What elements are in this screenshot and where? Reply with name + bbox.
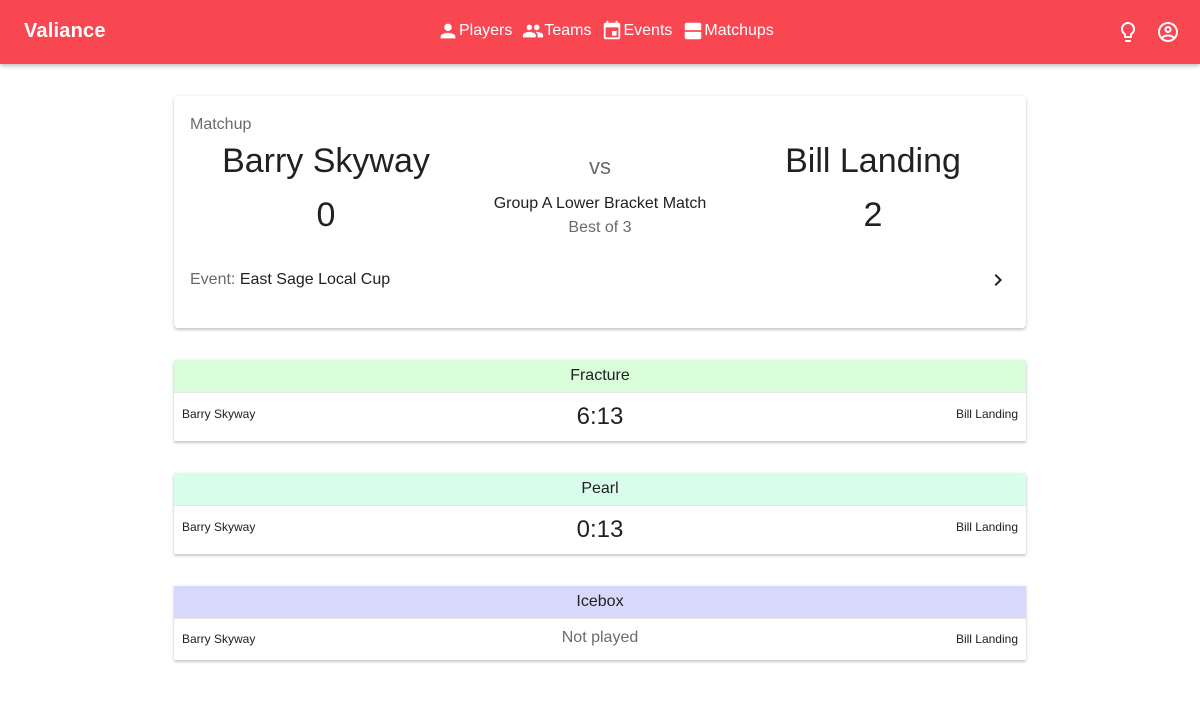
map-name: Icebox	[174, 586, 1026, 619]
nav-events[interactable]: Events	[601, 19, 672, 43]
map-card-icebox: Icebox Barry Skyway Not played Bill Land…	[174, 586, 1026, 660]
nav-matchups-label: Matchups	[704, 22, 774, 39]
nav-teams-label: Teams	[544, 22, 592, 39]
chevron-right-icon[interactable]	[986, 268, 1010, 292]
nav-teams[interactable]: Teams	[522, 19, 591, 43]
app-title[interactable]: Valiance	[24, 20, 106, 43]
nav-players[interactable]: Players	[437, 19, 512, 43]
matchups-icon	[685, 22, 702, 40]
map-right-team: Bill Landing	[955, 520, 1018, 534]
map-status: Not played	[561, 629, 639, 646]
map-card-pearl: Pearl Barry Skyway 0:13 Bill Landing	[174, 473, 1026, 554]
event-row[interactable]: Event: East Sage Local Cup	[190, 271, 390, 289]
nav-events-label: Events	[623, 22, 673, 39]
map-score: 0:13	[576, 516, 624, 543]
map-result-row: Barry Skyway 0:13 Bill Landing	[174, 506, 1026, 554]
map-right-team: Bill Landing	[955, 407, 1018, 421]
map-right-team: Bill Landing	[955, 632, 1018, 646]
map-card-fracture: Fracture Barry Skyway 6:13 Bill Landing	[174, 360, 1026, 441]
matchup-card: Matchup Barry Skyway 0 vs Group A Lower …	[174, 96, 1026, 328]
matchup-label: Matchup	[190, 116, 252, 133]
event-name[interactable]: East Sage Local Cup	[240, 271, 390, 288]
nav-matchups[interactable]: Matchups	[682, 19, 774, 43]
map-result-row: Barry Skyway 6:13 Bill Landing	[174, 393, 1026, 441]
calendar-icon	[604, 20, 621, 40]
map-name: Fracture	[174, 360, 1026, 393]
main-nav: Players Teams Events Matchups	[437, 19, 784, 43]
nav-players-label: Players	[459, 22, 513, 39]
map-result-row: Barry Skyway Not played Bill Landing	[174, 619, 1026, 660]
team2-name[interactable]: Bill Landing	[721, 142, 1025, 181]
lightbulb-icon[interactable]	[1116, 20, 1140, 44]
event-label: Event:	[190, 271, 236, 288]
team2-score: 2	[863, 196, 883, 234]
person-icon	[440, 23, 456, 39]
app-bar: Valiance Players Teams Events Matchups	[0, 0, 1200, 64]
account-circle-icon[interactable]	[1156, 20, 1180, 44]
map-name: Pearl	[174, 473, 1026, 506]
map-score: 6:13	[576, 403, 624, 430]
people-icon	[523, 24, 544, 38]
